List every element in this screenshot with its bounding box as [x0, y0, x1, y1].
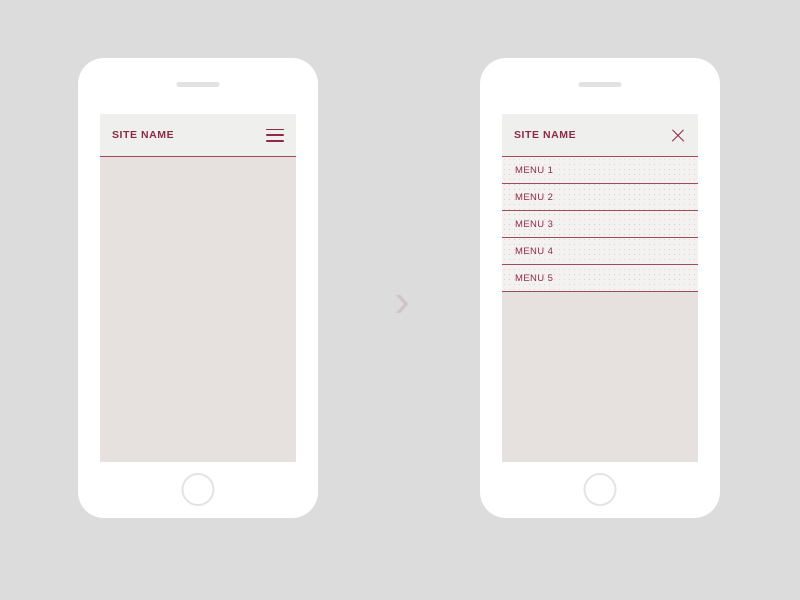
- app-bar-open: SITE NAME: [502, 114, 698, 157]
- close-icon[interactable]: [670, 127, 686, 143]
- page-content-area-open: [502, 292, 698, 462]
- chevron-right-icon: ›: [394, 274, 410, 326]
- site-name-label: SITE NAME: [112, 129, 175, 141]
- phone-home-button[interactable]: [181, 473, 215, 506]
- hamburger-bar-2: [266, 134, 284, 136]
- phone-mockup-closed: SITE NAME: [78, 58, 318, 518]
- phone-screen-closed: SITE NAME: [100, 114, 296, 462]
- phone-screen-open: SITE NAME MENU 1 MENU 2 MENU 3 MENU 4 ME…: [502, 114, 698, 462]
- hamburger-bar-3: [266, 139, 284, 142]
- menu-item-label: MENU 4: [515, 245, 554, 257]
- menu-item-label: MENU 1: [515, 164, 554, 176]
- menu-item-label: MENU 2: [515, 191, 554, 203]
- menu-item-5[interactable]: MENU 5: [502, 265, 698, 292]
- menu-item-4[interactable]: MENU 4: [502, 238, 698, 265]
- menu-item-2[interactable]: MENU 2: [502, 184, 698, 211]
- menu-item-label: MENU 5: [515, 272, 554, 284]
- phone-speaker-grill: [176, 82, 220, 87]
- wireframe-canvas: SITE NAME › SITE NAME MENU 1 MENU 2 MENU…: [0, 0, 800, 600]
- phone-home-button[interactable]: [583, 473, 617, 506]
- hamburger-bar-1: [266, 128, 284, 131]
- page-content-area-closed: [100, 157, 296, 462]
- menu-item-1[interactable]: MENU 1: [502, 157, 698, 184]
- navigation-menu-list: MENU 1 MENU 2 MENU 3 MENU 4 MENU 5: [502, 157, 698, 292]
- phone-speaker-grill: [578, 82, 622, 87]
- app-bar-closed: SITE NAME: [100, 114, 296, 157]
- phone-mockup-open: SITE NAME MENU 1 MENU 2 MENU 3 MENU 4 ME…: [480, 58, 720, 518]
- site-name-label: SITE NAME: [514, 129, 577, 141]
- menu-item-3[interactable]: MENU 3: [502, 211, 698, 238]
- hamburger-icon[interactable]: [266, 128, 284, 142]
- menu-item-label: MENU 3: [515, 218, 554, 230]
